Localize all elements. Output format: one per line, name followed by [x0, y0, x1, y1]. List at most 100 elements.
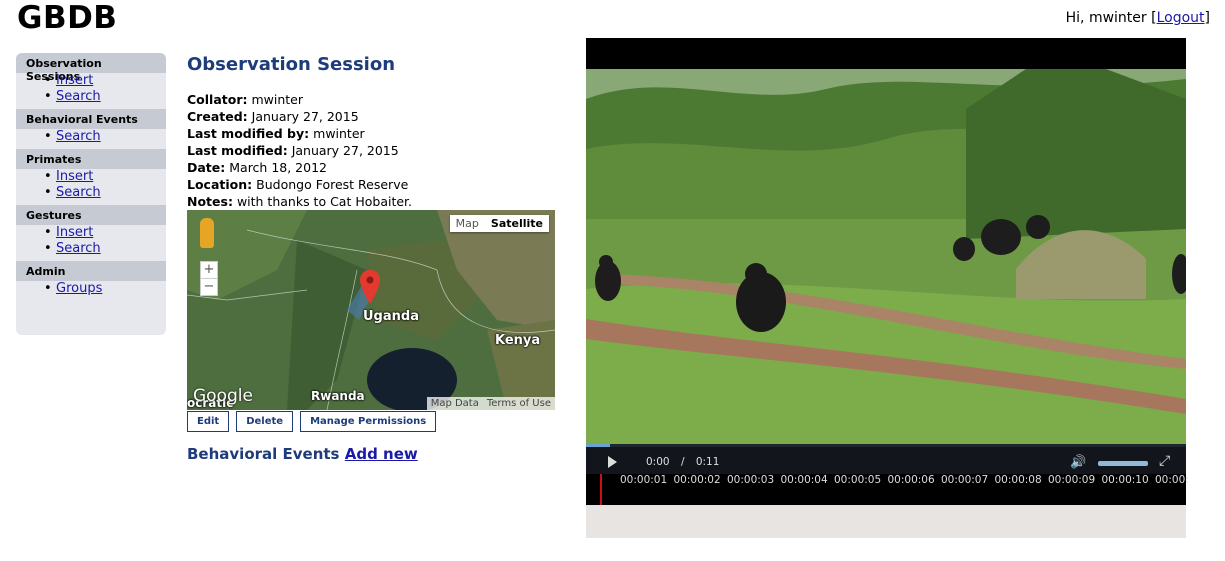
field-last-modified: Last modified: January 27, 2015: [187, 142, 567, 159]
timeline-label: 00:00:07: [941, 474, 989, 486]
timeline-label: 00:00:08: [994, 474, 1042, 486]
annotation-timeline[interactable]: 00:00:01 00:00:02 00:00:03 00:00:04 00:00:05…: [586, 474, 1189, 505]
video-scene: [586, 69, 1186, 444]
field-value: January 27, 2015: [291, 143, 399, 158]
timeline-label: 00:00:: [1155, 474, 1189, 486]
session-info: Collator: mwinter Created: January 27, 2…: [187, 91, 567, 210]
duration: 0:11: [695, 456, 720, 468]
location-map[interactable]: + − Map Satellite Uganda Kenya Rwanda oc…: [187, 210, 555, 410]
timeline-label: 00:00:06: [887, 474, 935, 486]
sidebar-heading: Observation Sessions: [16, 53, 166, 83]
video-controls: 0:00 / 0:11 🔊 ⤢: [586, 444, 1186, 474]
fullscreen-icon[interactable]: ⤢: [1159, 453, 1170, 469]
zoom-in-button[interactable]: +: [201, 262, 217, 278]
field-collator: Collator: mwinter: [187, 91, 567, 108]
field-date: Date: March 18, 2012: [187, 159, 567, 176]
sidebar-item-insert-session[interactable]: Insert: [56, 73, 93, 88]
map-label-kenya: Kenya: [495, 333, 541, 348]
user-bar: Hi, mwinter [Logout]: [1066, 10, 1210, 26]
timeline-label: 00:00:09: [1048, 474, 1096, 486]
page-title: Observation Session: [187, 54, 396, 75]
field-value: January 27, 2015: [251, 109, 359, 124]
map-type-map-button[interactable]: Map: [450, 215, 485, 232]
timeline-label: 00:00:01: [620, 474, 668, 486]
time-display: 0:00 / 0:11: [646, 456, 719, 468]
map-data-link[interactable]: Map Data: [431, 398, 479, 409]
sidebar-group-primates: Primates Insert Search: [16, 149, 166, 201]
field-notes: Notes: with thanks to Cat Hobaiter.: [187, 193, 567, 210]
session-details: Observation Session Collator: mwinter Cr…: [187, 54, 567, 210]
behavioral-events-heading: Behavioral Events Add new: [187, 445, 418, 463]
map-label-rwanda: Rwanda: [311, 389, 365, 403]
timeline-label: 00:00:02: [673, 474, 721, 486]
field-last-modified-by: Last modified by: mwinter: [187, 125, 567, 142]
timeline-label: 00:00:04: [780, 474, 828, 486]
field-created: Created: January 27, 2015: [187, 108, 567, 125]
sidebar: Observation Sessions Insert Search Behav…: [16, 53, 166, 335]
timeline-label: 00:00:10: [1101, 474, 1149, 486]
volume-slider[interactable]: [1098, 461, 1148, 466]
sidebar-heading: Behavioral Events: [16, 109, 166, 129]
manage-permissions-button[interactable]: Manage Permissions: [300, 411, 437, 432]
sidebar-group-behavioral-events: Behavioral Events Search: [16, 109, 166, 145]
field-label: Last modified:: [187, 143, 288, 158]
field-value: mwinter: [251, 92, 304, 107]
sidebar-item-search-primate[interactable]: Search: [56, 185, 101, 200]
field-value: Budongo Forest Reserve: [256, 177, 409, 192]
sidebar-heading: Primates: [16, 149, 166, 169]
google-logo: Google: [193, 386, 253, 406]
video-progress-bar[interactable]: [586, 444, 1186, 447]
sidebar-heading: Admin: [16, 261, 166, 281]
zoom-controls: + −: [200, 261, 218, 296]
sidebar-group-gestures: Gestures Insert Search: [16, 205, 166, 257]
field-label: Location:: [187, 177, 253, 192]
current-time: 0:00: [646, 456, 670, 468]
add-new-event-link[interactable]: Add new: [345, 445, 418, 463]
map-label-uganda: Uganda: [363, 309, 419, 324]
sidebar-heading: Gestures: [16, 205, 166, 225]
field-location: Location: Budongo Forest Reserve: [187, 176, 567, 193]
timeline-cursor[interactable]: [600, 474, 602, 505]
sidebar-item-insert-primate[interactable]: Insert: [56, 169, 93, 184]
app-logo: GBDB: [17, 0, 118, 36]
time-separator: /: [680, 456, 685, 468]
video-frame[interactable]: [586, 69, 1186, 444]
timeline-labels: 00:00:01 00:00:02 00:00:03 00:00:04 00:00:05…: [620, 474, 1209, 486]
terms-of-use-link[interactable]: Terms of Use: [487, 398, 551, 409]
logout-link[interactable]: Logout: [1157, 10, 1205, 26]
map-type-satellite-button[interactable]: Satellite: [485, 215, 549, 232]
timeline-label: 00:00:05: [834, 474, 882, 486]
greeting-text: Hi, mwinter [: [1065, 10, 1157, 26]
field-value: mwinter: [313, 126, 365, 141]
greeting-close: ]: [1204, 10, 1210, 26]
edit-button[interactable]: Edit: [187, 411, 230, 432]
sidebar-item-search-session[interactable]: Search: [56, 89, 101, 104]
sidebar-item-search-events[interactable]: Search: [56, 129, 101, 144]
session-actions: Edit Delete Manage Permissions: [187, 411, 437, 432]
video-letterbox: [586, 38, 1186, 69]
sidebar-group-admin: Admin Groups: [16, 261, 166, 297]
map-type-toggle: Map Satellite: [449, 215, 549, 232]
sidebar-item-search-gesture[interactable]: Search: [56, 241, 101, 256]
field-value: with thanks to Cat Hobaiter.: [236, 194, 413, 209]
field-label: Collator:: [187, 92, 248, 107]
field-label: Notes:: [187, 194, 233, 209]
field-label: Last modified by:: [187, 126, 310, 141]
video-progress-fill: [586, 444, 610, 447]
field-label: Created:: [187, 109, 248, 124]
volume-icon[interactable]: 🔊: [1070, 455, 1086, 470]
timeline-label: 00:00:03: [727, 474, 775, 486]
field-label: Date:: [187, 160, 226, 175]
sidebar-item-groups[interactable]: Groups: [56, 281, 102, 296]
video-player: 0:00 / 0:11 🔊 ⤢ 00:00:01 00:00:02 00:00:03…: [586, 38, 1189, 538]
field-value: March 18, 2012: [229, 160, 327, 175]
sidebar-item-insert-gesture[interactable]: Insert: [56, 225, 93, 240]
sidebar-group-observation-sessions: Observation Sessions Insert Search: [16, 53, 166, 105]
play-icon[interactable]: [608, 456, 617, 468]
zoom-out-button[interactable]: −: [201, 278, 217, 295]
map-marker-icon[interactable]: [360, 270, 380, 306]
delete-button[interactable]: Delete: [236, 411, 294, 432]
events-heading-text: Behavioral Events: [187, 445, 340, 463]
map-credits: Map Data Terms of Use: [426, 397, 555, 410]
pegman-icon[interactable]: [200, 218, 214, 248]
